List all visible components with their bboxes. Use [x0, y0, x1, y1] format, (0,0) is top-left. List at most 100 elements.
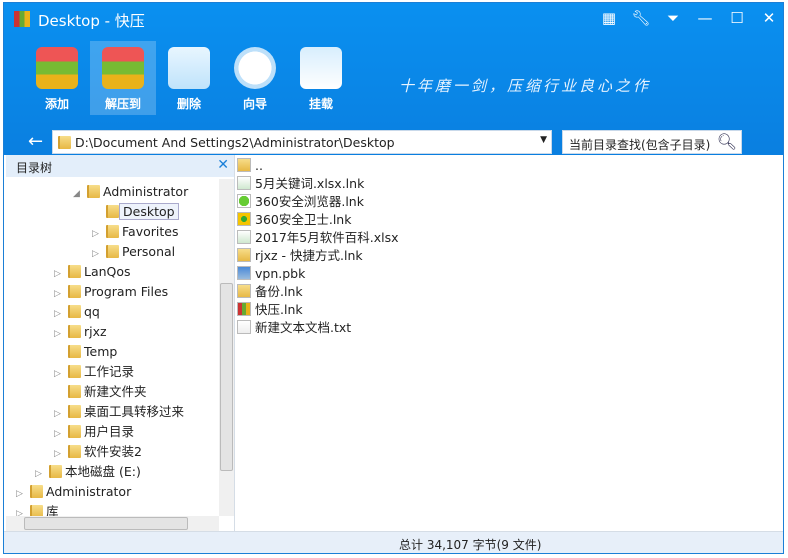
expand-arrow-icon[interactable]: ▷ — [92, 244, 106, 264]
expand-arrow-icon[interactable]: ▷ — [54, 264, 68, 284]
tree-item[interactable]: Desktop — [92, 202, 179, 222]
close-tree-icon[interactable]: ✕ — [217, 157, 229, 173]
file-row[interactable]: rjxz - 快捷方式.lnk — [237, 247, 363, 265]
folder-icon — [106, 205, 119, 218]
expand-arrow-icon[interactable]: ▷ — [16, 504, 30, 516]
scroll-thumb[interactable] — [24, 517, 188, 530]
folder-icon — [30, 505, 43, 516]
expand-arrow-icon[interactable]: ◢ — [73, 184, 87, 204]
tree-item-label: Favorites — [122, 224, 179, 239]
expand-arrow-icon[interactable]: ▷ — [92, 224, 106, 244]
tree-item[interactable]: ▷ 桌面工具转移过来 — [54, 402, 187, 422]
toolbar-button-3[interactable]: 向导 — [222, 41, 288, 115]
dropdown-menu-icon[interactable]: ⏷ — [662, 9, 684, 27]
file-list: .. 5月关键词.xlsx.lnk 360安全浏览器.lnk 360安全卫士.lnk 2… — [235, 155, 783, 531]
file-name: 快压.lnk — [255, 302, 303, 317]
tree-item[interactable]: ◢ Administrator — [73, 182, 191, 202]
tree-item[interactable]: ▷ Program Files — [54, 282, 171, 302]
tree-item[interactable]: 新建文件夹 — [54, 382, 150, 402]
search-input[interactable]: 当前目录查找(包含子目录) 🔍︎ — [562, 130, 742, 154]
toolbar-button-4[interactable]: 挂载 — [288, 41, 354, 115]
search-icon[interactable]: 🔍︎ — [717, 132, 737, 151]
scroll-thumb[interactable] — [220, 283, 233, 471]
folder-icon — [68, 305, 81, 318]
tree-item-label: qq — [84, 304, 100, 319]
grid-menu-icon[interactable]: ▦ — [598, 9, 620, 27]
excel-file-icon — [237, 176, 251, 190]
settings-wrench-icon[interactable]: 🔧︎ — [630, 9, 652, 27]
chevron-down-icon[interactable]: ▼ — [540, 135, 547, 145]
folder-icon — [68, 325, 81, 338]
expand-arrow-icon[interactable]: ▷ — [54, 284, 68, 304]
file-name: 360安全卫士.lnk — [255, 212, 352, 227]
file-row[interactable]: 360安全浏览器.lnk — [237, 193, 364, 211]
folder-icon — [68, 265, 81, 278]
toolbar-label: 挂载 — [308, 97, 333, 111]
file-row[interactable]: vpn.pbk — [237, 265, 305, 283]
file-name: 2017年5月软件百科.xlsx — [255, 230, 399, 245]
expand-arrow-icon[interactable]: ▷ — [54, 424, 68, 444]
tree-item[interactable]: ▷ 库 — [16, 502, 62, 516]
folder-icon — [87, 185, 100, 198]
tree-item[interactable]: ▷ 软件安装2 — [54, 442, 145, 462]
toolbar-button-0[interactable]: 添加 — [24, 41, 90, 115]
tree-horizontal-scrollbar[interactable] — [6, 516, 219, 531]
address-bar[interactable]: D:\Document And Settings2\Administrator\… — [52, 130, 552, 154]
text-file-icon — [237, 320, 251, 334]
folder-file-icon — [237, 248, 251, 262]
tree-item[interactable]: ▷ rjxz — [54, 322, 110, 342]
tree-item-label: Program Files — [84, 284, 169, 299]
file-row[interactable]: 5月关键词.xlsx.lnk — [237, 175, 364, 193]
file-row[interactable]: 2017年5月软件百科.xlsx — [237, 229, 399, 247]
drive-icon — [300, 47, 342, 89]
tree-item[interactable]: ▷ Administrator — [16, 482, 134, 502]
tree-header: 目录树 ✕ — [6, 155, 234, 177]
expand-arrow-icon[interactable]: ▷ — [54, 404, 68, 424]
folder-icon — [68, 365, 81, 378]
file-row[interactable]: .. — [237, 157, 263, 175]
app-window: Desktop - 快压 ▦ 🔧︎ ⏷ — ☐ ✕ 添加 解压到 删除 向导 挂载 十年… — [3, 2, 784, 554]
tree-item[interactable]: ▷ 工作记录 — [54, 362, 137, 382]
folder-icon — [106, 245, 119, 258]
tree-item[interactable]: ▷ Favorites — [92, 222, 181, 242]
expand-arrow-icon[interactable]: ▷ — [54, 324, 68, 344]
folder-file-icon — [237, 284, 251, 298]
extract-icon — [102, 47, 144, 89]
toolbar-button-2[interactable]: 删除 — [156, 41, 222, 115]
back-arrow-icon[interactable]: ← — [28, 131, 43, 152]
file-row[interactable]: 360安全卫士.lnk — [237, 211, 351, 229]
tree-item-label: 库 — [46, 504, 59, 516]
file-row[interactable]: 备份.lnk — [237, 283, 303, 301]
expand-arrow-icon[interactable]: ▷ — [35, 464, 49, 484]
tree-vertical-scrollbar[interactable] — [219, 179, 234, 516]
tree-item[interactable]: ▷ 用户目录 — [54, 422, 137, 442]
guard-file-icon — [237, 212, 251, 226]
directory-tree: ◢ Administrator Desktop ▷ Favorites ▷ Personal… — [6, 179, 218, 516]
add-archive-icon — [36, 47, 78, 89]
close-button[interactable]: ✕ — [758, 9, 780, 27]
folder-file-icon — [237, 158, 251, 172]
expand-arrow-icon[interactable]: ▷ — [16, 484, 30, 504]
tree-item[interactable]: ▷ 本地磁盘 (E:) — [35, 462, 144, 482]
tree-title: 目录树 — [16, 161, 53, 175]
file-name: 360安全浏览器.lnk — [255, 194, 364, 209]
tree-item[interactable]: ▷ Personal — [92, 242, 178, 262]
minimize-button[interactable]: — — [694, 9, 716, 27]
expand-arrow-icon[interactable]: ▷ — [54, 304, 68, 324]
tree-item[interactable]: ▷ qq — [54, 302, 103, 322]
file-name: 新建文本文档.txt — [255, 320, 352, 335]
tree-item-label: 软件安装2 — [84, 444, 142, 459]
toolbar-label: 解压到 — [104, 97, 141, 111]
status-summary: 总计 34,107 字节(9 文件) — [399, 538, 542, 552]
file-row[interactable]: 快压.lnk — [237, 301, 303, 319]
file-row[interactable]: 新建文本文档.txt — [237, 319, 351, 337]
folder-icon — [68, 405, 81, 418]
compass-icon — [234, 47, 276, 89]
expand-arrow-icon[interactable]: ▷ — [54, 364, 68, 384]
expand-arrow-icon[interactable]: ▷ — [54, 444, 68, 464]
tree-item[interactable]: ▷ LanQos — [54, 262, 134, 282]
tree-item[interactable]: Temp — [54, 342, 120, 362]
toolbar-button-1[interactable]: 解压到 — [90, 41, 156, 115]
maximize-button[interactable]: ☐ — [726, 9, 748, 27]
folder-icon — [106, 225, 119, 238]
